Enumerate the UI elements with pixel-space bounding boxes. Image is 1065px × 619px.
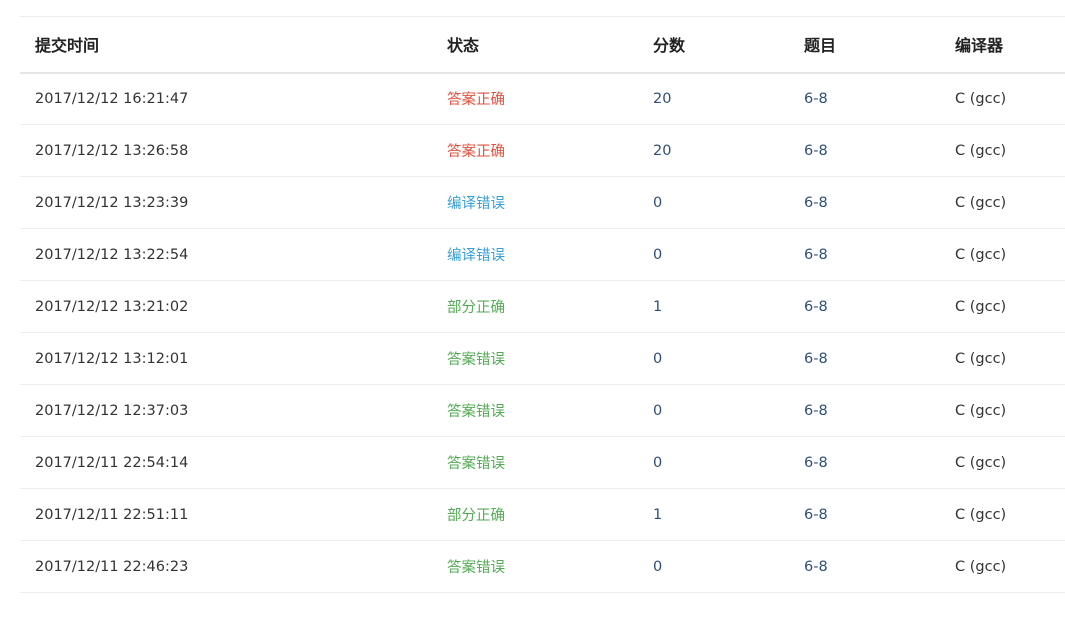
- compiler-cell: C (gcc): [955, 454, 1007, 471]
- submissions-table-container: 提交时间 状态 分数 题目 编译器 2017/12/12 16:21:47 答案…: [20, 16, 1065, 593]
- status-link[interactable]: 答案错误: [432, 385, 638, 437]
- table-row: 2017/12/12 13:26:58 答案正确 20 6-8 C (gcc): [20, 125, 1065, 177]
- header-compiler: 编译器: [955, 36, 1004, 56]
- table-row: 2017/12/12 13:12:01 答案错误 0 6-8 C (gcc): [20, 333, 1065, 385]
- submissions-table: 提交时间 状态 分数 题目 编译器 2017/12/12 16:21:47 答案…: [20, 16, 1065, 593]
- compiler-cell: C (gcc): [955, 142, 1007, 159]
- table-header-row: 提交时间 状态 分数 题目 编译器: [20, 16, 1065, 73]
- problem-link[interactable]: 6-8: [789, 73, 940, 125]
- submit-time-cell: 2017/12/11 22:46:23: [35, 558, 189, 575]
- score-link[interactable]: 1: [638, 489, 789, 541]
- table-row: 2017/12/12 12:37:03 答案错误 0 6-8 C (gcc): [20, 385, 1065, 437]
- table-row: 2017/12/12 13:23:39 编译错误 0 6-8 C (gcc): [20, 177, 1065, 229]
- compiler-cell: C (gcc): [955, 298, 1007, 315]
- compiler-cell: C (gcc): [955, 194, 1007, 211]
- status-link[interactable]: 答案正确: [432, 73, 638, 125]
- problem-link[interactable]: 6-8: [789, 385, 940, 437]
- header-problem: 题目: [804, 36, 837, 56]
- problem-link[interactable]: 6-8: [789, 125, 940, 177]
- score-link[interactable]: 0: [638, 385, 789, 437]
- compiler-cell: C (gcc): [955, 506, 1007, 523]
- problem-link[interactable]: 6-8: [789, 177, 940, 229]
- table-row: 2017/12/11 22:46:23 答案错误 0 6-8 C (gcc): [20, 541, 1065, 593]
- status-link[interactable]: 编译错误: [432, 229, 638, 281]
- problem-link[interactable]: 6-8: [789, 541, 940, 593]
- status-link[interactable]: 答案错误: [432, 437, 638, 489]
- compiler-cell: C (gcc): [955, 350, 1007, 367]
- score-link[interactable]: 0: [638, 229, 789, 281]
- header-status: 状态: [447, 36, 480, 56]
- status-link[interactable]: 部分正确: [432, 281, 638, 333]
- score-link[interactable]: 1: [638, 281, 789, 333]
- submit-time-cell: 2017/12/11 22:51:11: [35, 506, 189, 523]
- header-score: 分数: [653, 36, 686, 56]
- compiler-cell: C (gcc): [955, 90, 1007, 107]
- compiler-cell: C (gcc): [955, 402, 1007, 419]
- problem-link[interactable]: 6-8: [789, 437, 940, 489]
- status-link[interactable]: 答案错误: [432, 541, 638, 593]
- table-row: 2017/12/12 16:21:47 答案正确 20 6-8 C (gcc): [20, 73, 1065, 125]
- score-link[interactable]: 0: [638, 541, 789, 593]
- submit-time-cell: 2017/12/12 12:37:03: [35, 402, 189, 419]
- score-link[interactable]: 20: [638, 73, 789, 125]
- score-link[interactable]: 0: [638, 177, 789, 229]
- score-link[interactable]: 0: [638, 437, 789, 489]
- table-row: 2017/12/11 22:54:14 答案错误 0 6-8 C (gcc): [20, 437, 1065, 489]
- submit-time-cell: 2017/12/12 13:22:54: [35, 246, 189, 263]
- score-link[interactable]: 0: [638, 333, 789, 385]
- table-row: 2017/12/11 22:51:11 部分正确 1 6-8 C (gcc): [20, 489, 1065, 541]
- problem-link[interactable]: 6-8: [789, 489, 940, 541]
- submit-time-cell: 2017/12/12 13:26:58: [35, 142, 189, 159]
- status-link[interactable]: 答案正确: [432, 125, 638, 177]
- problem-link[interactable]: 6-8: [789, 333, 940, 385]
- submit-time-cell: 2017/12/12 16:21:47: [35, 90, 189, 107]
- status-link[interactable]: 编译错误: [432, 177, 638, 229]
- score-link[interactable]: 20: [638, 125, 789, 177]
- table-row: 2017/12/12 13:22:54 编译错误 0 6-8 C (gcc): [20, 229, 1065, 281]
- table-body: 2017/12/12 16:21:47 答案正确 20 6-8 C (gcc) …: [20, 73, 1065, 593]
- table-header: 提交时间 状态 分数 题目 编译器: [20, 16, 1065, 73]
- compiler-cell: C (gcc): [955, 558, 1007, 575]
- compiler-cell: C (gcc): [955, 246, 1007, 263]
- submit-time-cell: 2017/12/12 13:23:39: [35, 194, 189, 211]
- status-link[interactable]: 答案错误: [432, 333, 638, 385]
- header-submit-time: 提交时间: [35, 36, 100, 56]
- submit-time-cell: 2017/12/12 13:12:01: [35, 350, 189, 367]
- submit-time-cell: 2017/12/12 13:21:02: [35, 298, 189, 315]
- problem-link[interactable]: 6-8: [789, 229, 940, 281]
- problem-link[interactable]: 6-8: [789, 281, 940, 333]
- submit-time-cell: 2017/12/11 22:54:14: [35, 454, 189, 471]
- status-link[interactable]: 部分正确: [432, 489, 638, 541]
- table-row: 2017/12/12 13:21:02 部分正确 1 6-8 C (gcc): [20, 281, 1065, 333]
